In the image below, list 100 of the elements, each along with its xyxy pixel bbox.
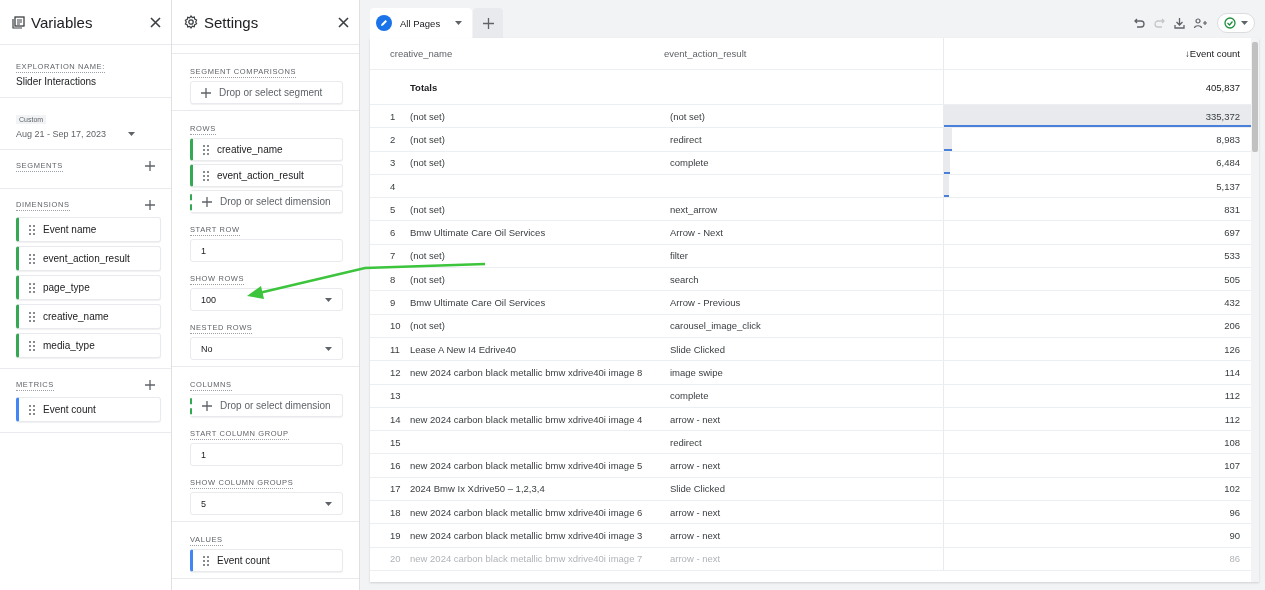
table-cell-text: arrow - next bbox=[670, 413, 722, 425]
scrollbar-thumb[interactable] bbox=[1252, 42, 1258, 152]
metric-chip[interactable]: Event count bbox=[190, 549, 343, 572]
caret-icon[interactable] bbox=[325, 297, 332, 302]
drag-handle-icon[interactable] bbox=[203, 555, 209, 566]
table-cell: 5,137 bbox=[1216, 180, 1240, 192]
table-cell-text: redirect bbox=[670, 133, 703, 145]
dimension-drop-zone[interactable]: Drop or select dimension bbox=[190, 394, 343, 417]
dimension-drop-zone[interactable]: Drop or select dimension bbox=[190, 190, 343, 213]
add-tab-button[interactable] bbox=[473, 8, 503, 38]
panel-title: Variables bbox=[31, 13, 94, 31]
add-icon[interactable] bbox=[145, 161, 155, 171]
table-cell-text: redirect bbox=[670, 436, 703, 448]
drag-handle-icon[interactable] bbox=[29, 253, 35, 264]
totals-label: Totals bbox=[410, 81, 439, 93]
table-cell-text: complete bbox=[670, 157, 710, 169]
table-cell: 107 bbox=[1224, 460, 1240, 472]
download-icon[interactable] bbox=[1174, 17, 1185, 29]
drag-handle-icon[interactable] bbox=[29, 282, 35, 293]
table-cell: 206 bbox=[1224, 320, 1240, 332]
number-field[interactable]: 1 bbox=[190, 443, 343, 466]
undo-icon[interactable] bbox=[1134, 18, 1145, 28]
table-cell-text: (not set) bbox=[410, 203, 446, 215]
close-icon[interactable] bbox=[150, 16, 161, 28]
row-index: 5 bbox=[390, 203, 397, 215]
dimension-chip[interactable]: event_action_result bbox=[190, 164, 343, 187]
drag-handle-icon[interactable] bbox=[29, 224, 35, 235]
table-cell-text: filter bbox=[670, 250, 689, 262]
table-cell-text: Slide Clicked bbox=[670, 483, 726, 495]
row-index: 9 bbox=[390, 297, 397, 308]
row-index: 16 bbox=[390, 460, 402, 472]
caret-icon[interactable] bbox=[325, 501, 332, 506]
table-cell-text: complete bbox=[670, 390, 710, 402]
caret-icon[interactable] bbox=[455, 21, 462, 25]
select-field[interactable]: 100 bbox=[190, 288, 343, 311]
table-cell-text: Slide Clicked bbox=[670, 343, 726, 355]
table-cell-text: new 2024 carbon black metallic bmw xdrive40i image 4 bbox=[410, 413, 644, 425]
add-icon[interactable] bbox=[145, 380, 155, 390]
table-cell-text: (not set) bbox=[410, 273, 446, 285]
drag-handle-icon[interactable] bbox=[29, 311, 35, 322]
drag-handle-icon[interactable] bbox=[203, 170, 209, 181]
row-index: 17 bbox=[390, 483, 402, 495]
panel-title: Settings bbox=[204, 13, 260, 31]
table-cell: 533 bbox=[1224, 250, 1240, 262]
table-cell-text: (not set) bbox=[670, 110, 706, 122]
table-cell-text: Lease A New I4 Edrive40 bbox=[410, 343, 518, 355]
table-cell-text: Arrow - Previous bbox=[670, 297, 742, 308]
totals-value: 405,837 bbox=[1205, 81, 1240, 93]
add-icon[interactable] bbox=[202, 400, 212, 411]
dimension-chip[interactable]: creative_name bbox=[16, 304, 161, 329]
metric-chip[interactable]: Event count bbox=[16, 397, 161, 422]
add-icon[interactable] bbox=[201, 87, 211, 98]
dimension-chip[interactable]: media_type bbox=[16, 333, 161, 358]
column-header[interactable]: ↓Event count bbox=[1185, 48, 1240, 59]
dimension-chip[interactable]: creative_name bbox=[190, 138, 343, 161]
dimension-chip[interactable]: event_action_result bbox=[16, 246, 161, 271]
table-cell: 6,484 bbox=[1216, 157, 1240, 169]
table-cell-text: (not set) bbox=[410, 133, 446, 145]
table-cell-text: arrow - next bbox=[670, 530, 722, 541]
table-cell: 126 bbox=[1224, 343, 1240, 355]
segment-drop-zone[interactable]: Drop or select segment bbox=[190, 81, 343, 104]
row-index: 20 bbox=[390, 553, 402, 565]
number-field[interactable]: 1 bbox=[190, 239, 343, 262]
caret-icon[interactable] bbox=[1241, 21, 1248, 25]
caret-icon[interactable] bbox=[128, 132, 136, 136]
settings-icon bbox=[184, 15, 198, 29]
select-field[interactable]: No bbox=[190, 337, 343, 360]
table-cell-text: (not set) bbox=[410, 110, 446, 122]
add-icon[interactable] bbox=[145, 200, 155, 210]
pencil-icon[interactable] bbox=[376, 15, 392, 31]
row-index: 15 bbox=[390, 436, 402, 448]
row-index: 12 bbox=[390, 366, 402, 378]
dimension-chip[interactable]: page_type bbox=[16, 275, 161, 300]
table-cell-text: next_arrow bbox=[670, 203, 718, 215]
caret-icon[interactable] bbox=[325, 346, 332, 351]
table-cell-text: (not set) bbox=[410, 320, 446, 332]
row-index: 3 bbox=[390, 157, 397, 169]
table-cell: 108 bbox=[1224, 436, 1240, 448]
tab[interactable]: All Pages bbox=[370, 8, 472, 38]
table-cell-text: search bbox=[670, 273, 700, 285]
table-cell: 114 bbox=[1224, 366, 1240, 378]
table-cell-text: arrow - next bbox=[670, 506, 722, 518]
dimension-chip[interactable]: Event name bbox=[16, 217, 161, 242]
check-circle-icon bbox=[1224, 17, 1236, 29]
row-index: 13 bbox=[390, 390, 402, 402]
drag-handle-icon[interactable] bbox=[29, 340, 35, 351]
column-header[interactable]: event_action_result bbox=[664, 48, 943, 59]
drag-handle-icon[interactable] bbox=[203, 144, 209, 155]
add-icon[interactable] bbox=[202, 196, 212, 207]
drag-handle-icon[interactable] bbox=[29, 404, 35, 415]
date-range-picker[interactable]: Aug 21 - Sep 17, 2023 bbox=[16, 129, 161, 139]
add-user-icon[interactable] bbox=[1194, 17, 1208, 29]
close-icon[interactable] bbox=[338, 16, 349, 28]
table-cell-text: arrow - next bbox=[670, 553, 722, 565]
column-header[interactable]: creative_name bbox=[390, 48, 664, 59]
exploration-name[interactable]: Slider Interactions bbox=[16, 76, 161, 87]
status-button[interactable] bbox=[1217, 13, 1255, 33]
select-field[interactable]: 5 bbox=[190, 492, 343, 515]
row-index: 2 bbox=[390, 133, 397, 145]
list-panel-icon bbox=[12, 15, 25, 29]
